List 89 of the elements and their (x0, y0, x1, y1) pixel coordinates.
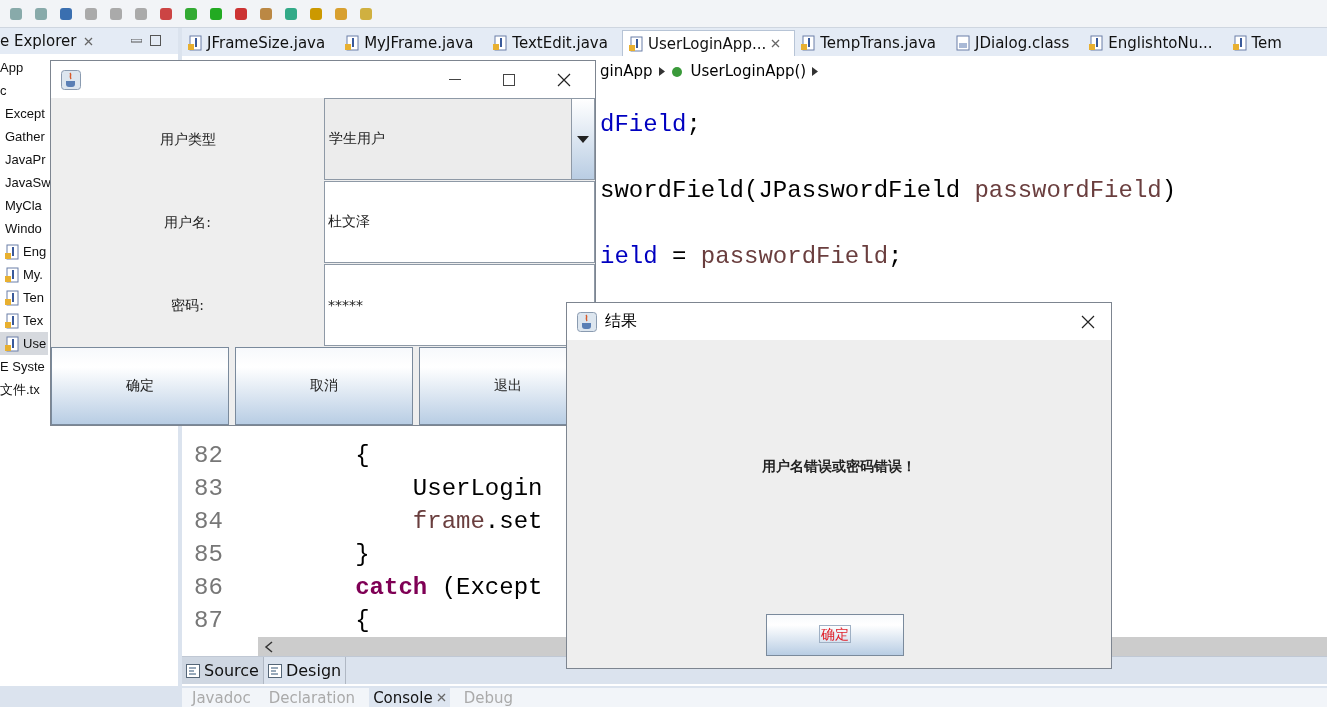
line-number: 85 (193, 540, 224, 570)
tree-item[interactable]: Tex (0, 309, 46, 332)
code-line: dField; (600, 110, 701, 140)
source-icon (186, 663, 200, 678)
ok-button[interactable]: 确定 (766, 614, 904, 656)
field-label: 用户类型 (158, 129, 217, 149)
minimize-icon[interactable] (449, 78, 461, 81)
dialog-title: 结果 (605, 311, 637, 332)
method-icon (670, 64, 685, 78)
tree-item[interactable]: Windo (0, 217, 44, 240)
code-line: UserLogin (411, 474, 543, 504)
tree-item[interactable]: Except (0, 102, 47, 125)
toolbar-icon[interactable] (58, 5, 74, 22)
maximize-icon[interactable] (503, 73, 515, 86)
code-line: catch (Except (354, 573, 543, 603)
toolbar-icon[interactable] (283, 5, 299, 22)
field-label: 密码: (170, 295, 205, 315)
editor-mode-tab[interactable]: Design (263, 657, 347, 684)
close-icon[interactable] (557, 72, 571, 87)
username-field[interactable]: 杜文泽 (324, 181, 595, 263)
line-number: 84 (193, 507, 224, 537)
toolbar-icon[interactable] (158, 5, 174, 22)
line-number: 82 (193, 441, 224, 471)
java-file-icon (493, 35, 508, 51)
tree-item[interactable]: JavaPr (0, 148, 48, 171)
editor-tab[interactable]: TextEdit.java (487, 30, 622, 56)
code-line: swordField(JPasswordField passwordField) (600, 176, 1177, 206)
editor-tab[interactable]: UserLoginApp... (621, 30, 796, 56)
dialog-button[interactable]: 取消 (235, 347, 413, 425)
tree-item[interactable]: E Syste (0, 355, 47, 378)
java-file-icon (5, 266, 19, 283)
dialog-button[interactable]: 确定 (51, 347, 229, 425)
tree-item[interactable]: MyCla (0, 194, 44, 217)
toolbar-icon[interactable] (183, 5, 199, 22)
tree-item[interactable]: Gather (0, 125, 47, 148)
editor-mode-tab[interactable]: Source (182, 657, 264, 684)
class-file-icon (956, 35, 970, 51)
panel-tab[interactable]: Console (369, 688, 450, 707)
tree-item[interactable]: My. (0, 263, 45, 286)
tree-item[interactable]: c (0, 79, 9, 102)
caret-icon[interactable] (577, 135, 589, 143)
editor-tab[interactable]: JDialog.class (950, 30, 1084, 56)
user-type-dropdown[interactable]: 学生用户 (324, 98, 595, 180)
design-icon (267, 663, 282, 678)
line-number: 86 (193, 573, 224, 603)
java-file-icon (5, 335, 19, 352)
tree-item[interactable]: Eng (0, 240, 49, 263)
caret-icon[interactable] (658, 66, 665, 76)
toolbar-icon[interactable] (258, 5, 274, 22)
breadcrumb-item[interactable]: ginApp (600, 62, 653, 80)
java-file-icon (801, 35, 816, 51)
toolbar-icon[interactable] (208, 5, 224, 22)
password-field[interactable]: ***** (324, 264, 595, 346)
toolbar-icon[interactable] (308, 5, 324, 22)
toolbar-icon[interactable] (233, 5, 249, 22)
tree-item[interactable]: JavaSw (0, 171, 53, 194)
close-icon[interactable] (1081, 314, 1095, 329)
java-file-icon (345, 35, 360, 51)
tree-item[interactable]: App (0, 56, 26, 79)
java-file-icon (5, 312, 19, 329)
tree-item[interactable]: Ten (0, 286, 46, 309)
tree-item[interactable]: Use (0, 332, 49, 355)
field-label: 用户名: (163, 212, 212, 232)
code-line: { (354, 441, 370, 471)
editor-tab[interactable]: Tem (1226, 30, 1296, 56)
editor-tab[interactable]: JFrameSize.java (182, 30, 340, 56)
java-file-icon (628, 35, 643, 52)
line-number: 87 (193, 606, 224, 636)
code-line: } (354, 540, 370, 570)
java-file-icon (5, 243, 19, 260)
line-number: 83 (193, 474, 224, 504)
code-line: { (354, 606, 370, 636)
java-file-icon (5, 289, 19, 306)
java-file-icon (188, 35, 202, 51)
tree-item[interactable]: 文件.tx (0, 378, 42, 401)
caret-icon[interactable] (812, 66, 819, 76)
code-line: ield = passwordField; (600, 242, 903, 272)
app-icon (577, 311, 597, 332)
app-icon (61, 69, 81, 90)
java-file-icon (1232, 35, 1247, 51)
editor-tab[interactable]: TempTrans.java (795, 30, 950, 56)
code-line: frame.set (411, 507, 543, 537)
maximize-icon[interactable] (150, 35, 162, 47)
scroll-left-icon[interactable] (264, 640, 274, 653)
editor-tab[interactable]: EnglishtoNu... (1083, 30, 1227, 56)
java-file-icon (1089, 35, 1104, 51)
editor-tab[interactable]: MyJFrame.java (339, 30, 488, 56)
breadcrumb-item[interactable]: UserLoginApp() (690, 62, 807, 80)
error-message: 用户名错误或密码错误！ (762, 458, 916, 476)
